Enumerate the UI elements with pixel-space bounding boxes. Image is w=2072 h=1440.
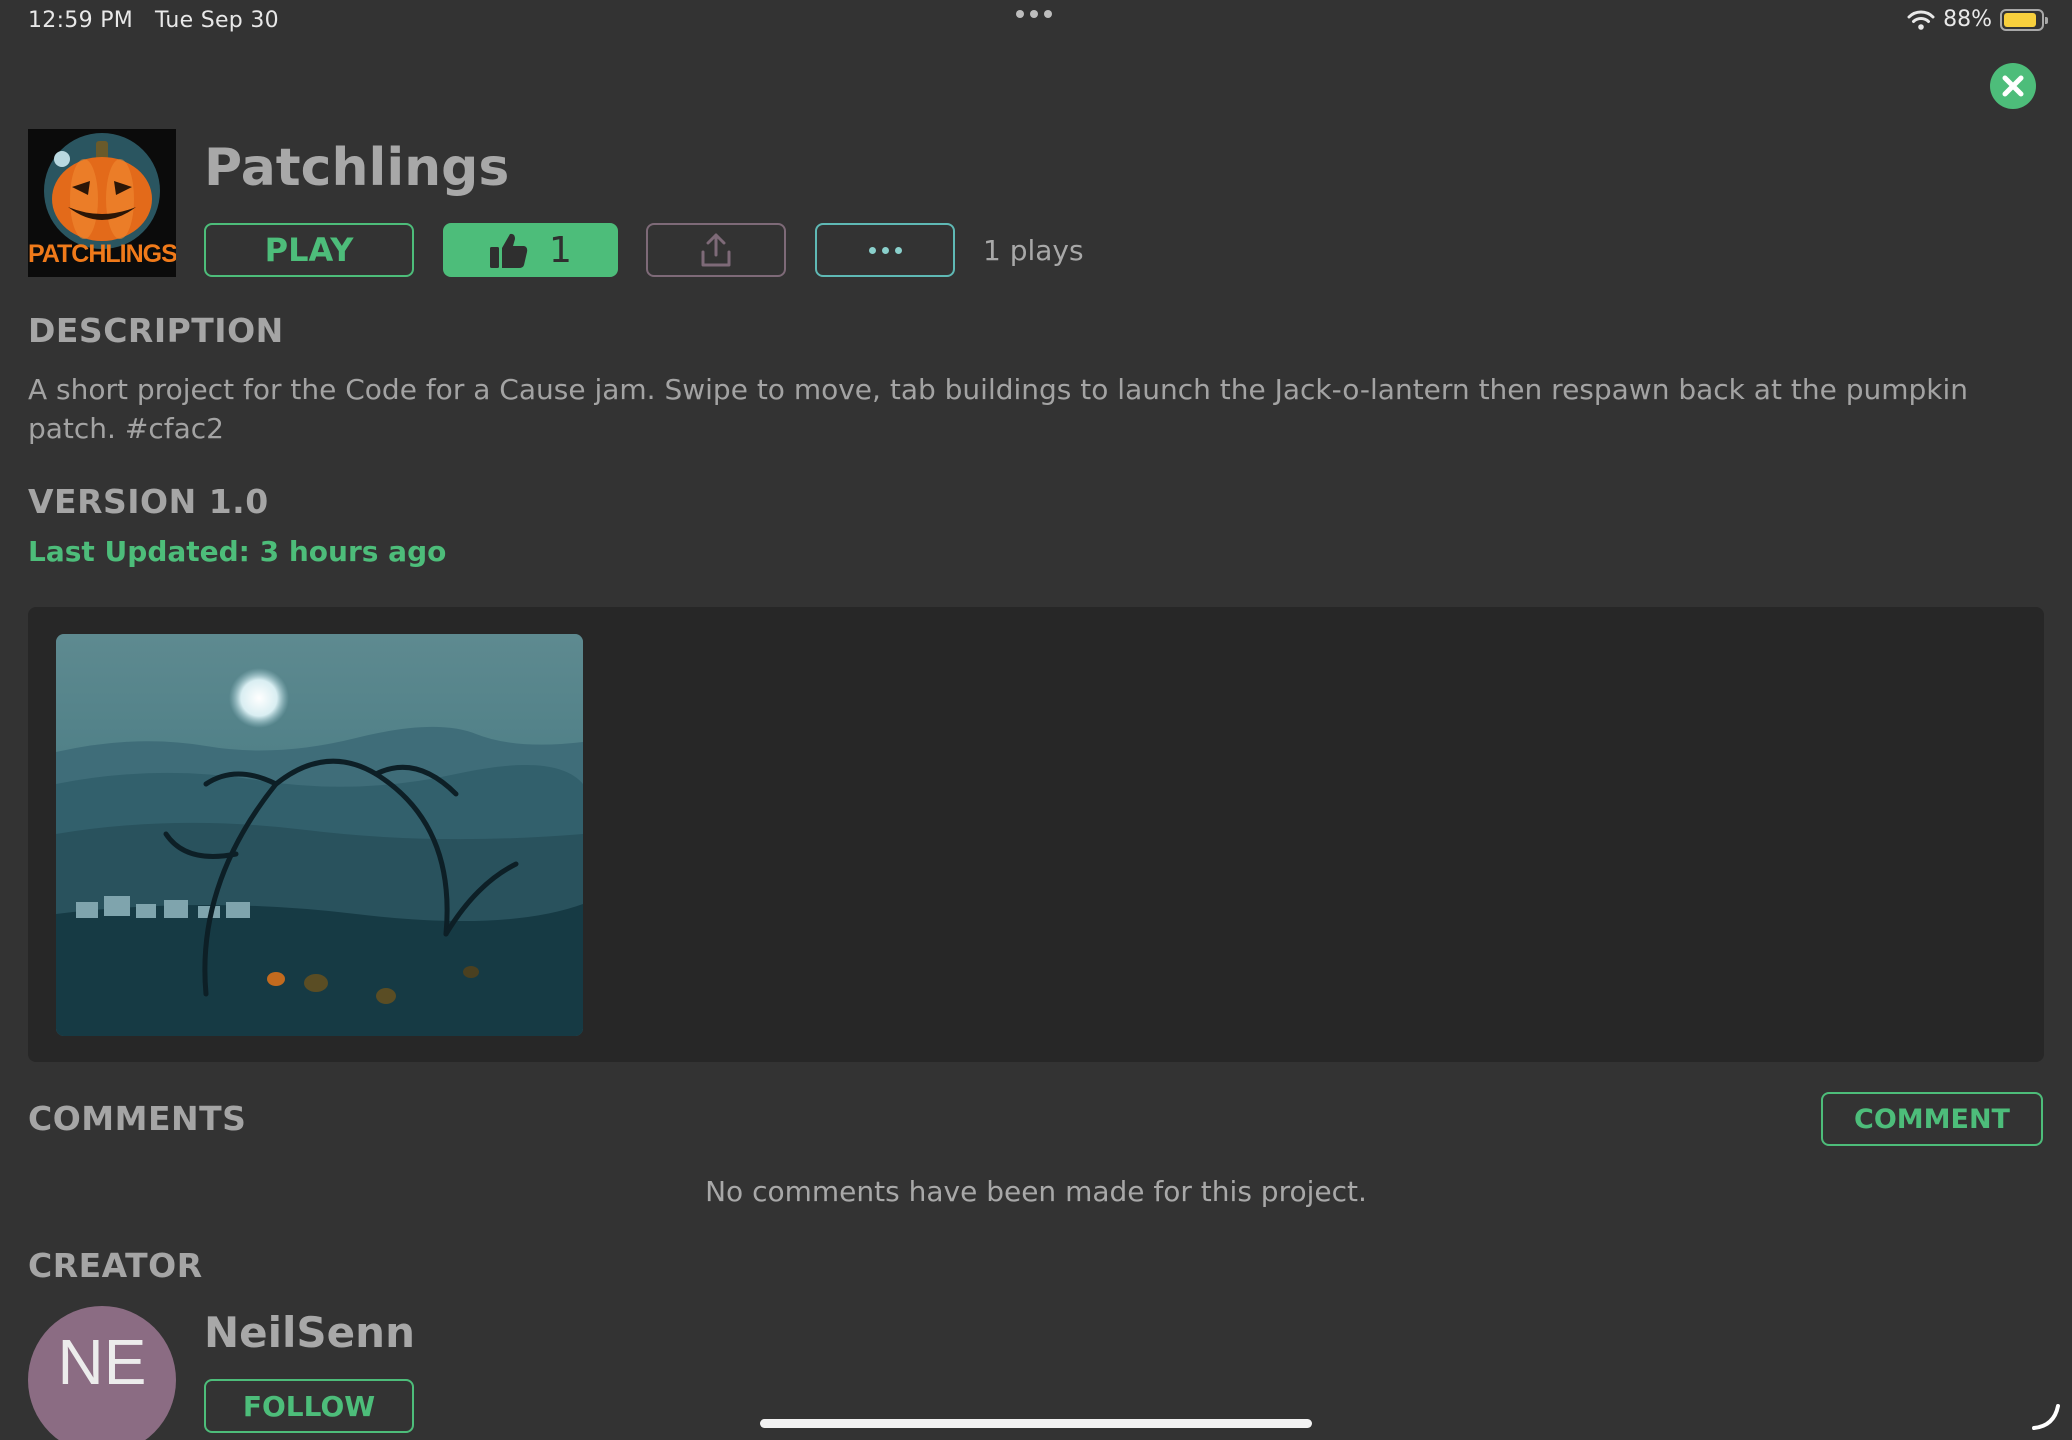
battery-percent: 88% <box>1943 7 1992 32</box>
no-comments-message: No comments have been made for this proj… <box>705 1175 1367 1208</box>
like-button[interactable]: 1 <box>443 223 618 277</box>
game-screenshot-image <box>56 634 583 1036</box>
status-time: 12:59 PM <box>28 8 134 33</box>
description-text: A short project for the Code for a Cause… <box>28 373 1968 445</box>
creator-heading: CREATOR <box>28 1246 203 1285</box>
project-title: Patchlings <box>204 138 510 198</box>
screenshot-thumbnail[interactable] <box>56 634 583 1036</box>
share-icon <box>701 233 731 267</box>
like-count: 1 <box>549 229 572 271</box>
home-indicator[interactable] <box>760 1419 1312 1428</box>
creator-name[interactable]: NeilSenn <box>204 1308 415 1357</box>
follow-button[interactable]: FOLLOW <box>204 1379 414 1433</box>
play-count: 1 plays <box>983 234 1084 267</box>
wifi-icon <box>1907 10 1935 30</box>
creator-initials: NE <box>57 1326 147 1398</box>
thumbs-up-icon <box>490 233 528 268</box>
status-indicators: 88% <box>1907 7 2048 32</box>
project-icon-label: PATCHLINGS <box>28 240 176 268</box>
comment-button[interactable]: COMMENT <box>1821 1092 2043 1146</box>
description-heading: DESCRIPTION <box>28 311 284 350</box>
close-button[interactable] <box>1990 63 2036 109</box>
share-button[interactable] <box>646 223 786 277</box>
close-icon <box>2002 75 2024 97</box>
creator-avatar[interactable]: NE <box>28 1306 176 1440</box>
status-time-date: 12:59 PM Tue Sep 30 <box>28 8 279 33</box>
project-icon: PATCHLINGS <box>28 129 176 277</box>
last-updated: Last Updated: 3 hours ago <box>28 535 447 568</box>
screenshot-gallery[interactable] <box>28 607 2044 1062</box>
comments-heading: COMMENTS <box>28 1099 247 1138</box>
play-button[interactable]: PLAY <box>204 223 414 277</box>
battery-icon <box>2000 8 2048 31</box>
version-heading: VERSION 1.0 <box>28 482 269 521</box>
more-button[interactable] <box>815 223 955 277</box>
resize-handle-icon[interactable] <box>2030 1400 2062 1432</box>
multitasking-dots[interactable] <box>1016 10 1052 18</box>
more-icon <box>868 246 876 254</box>
status-date: Tue Sep 30 <box>154 8 279 33</box>
